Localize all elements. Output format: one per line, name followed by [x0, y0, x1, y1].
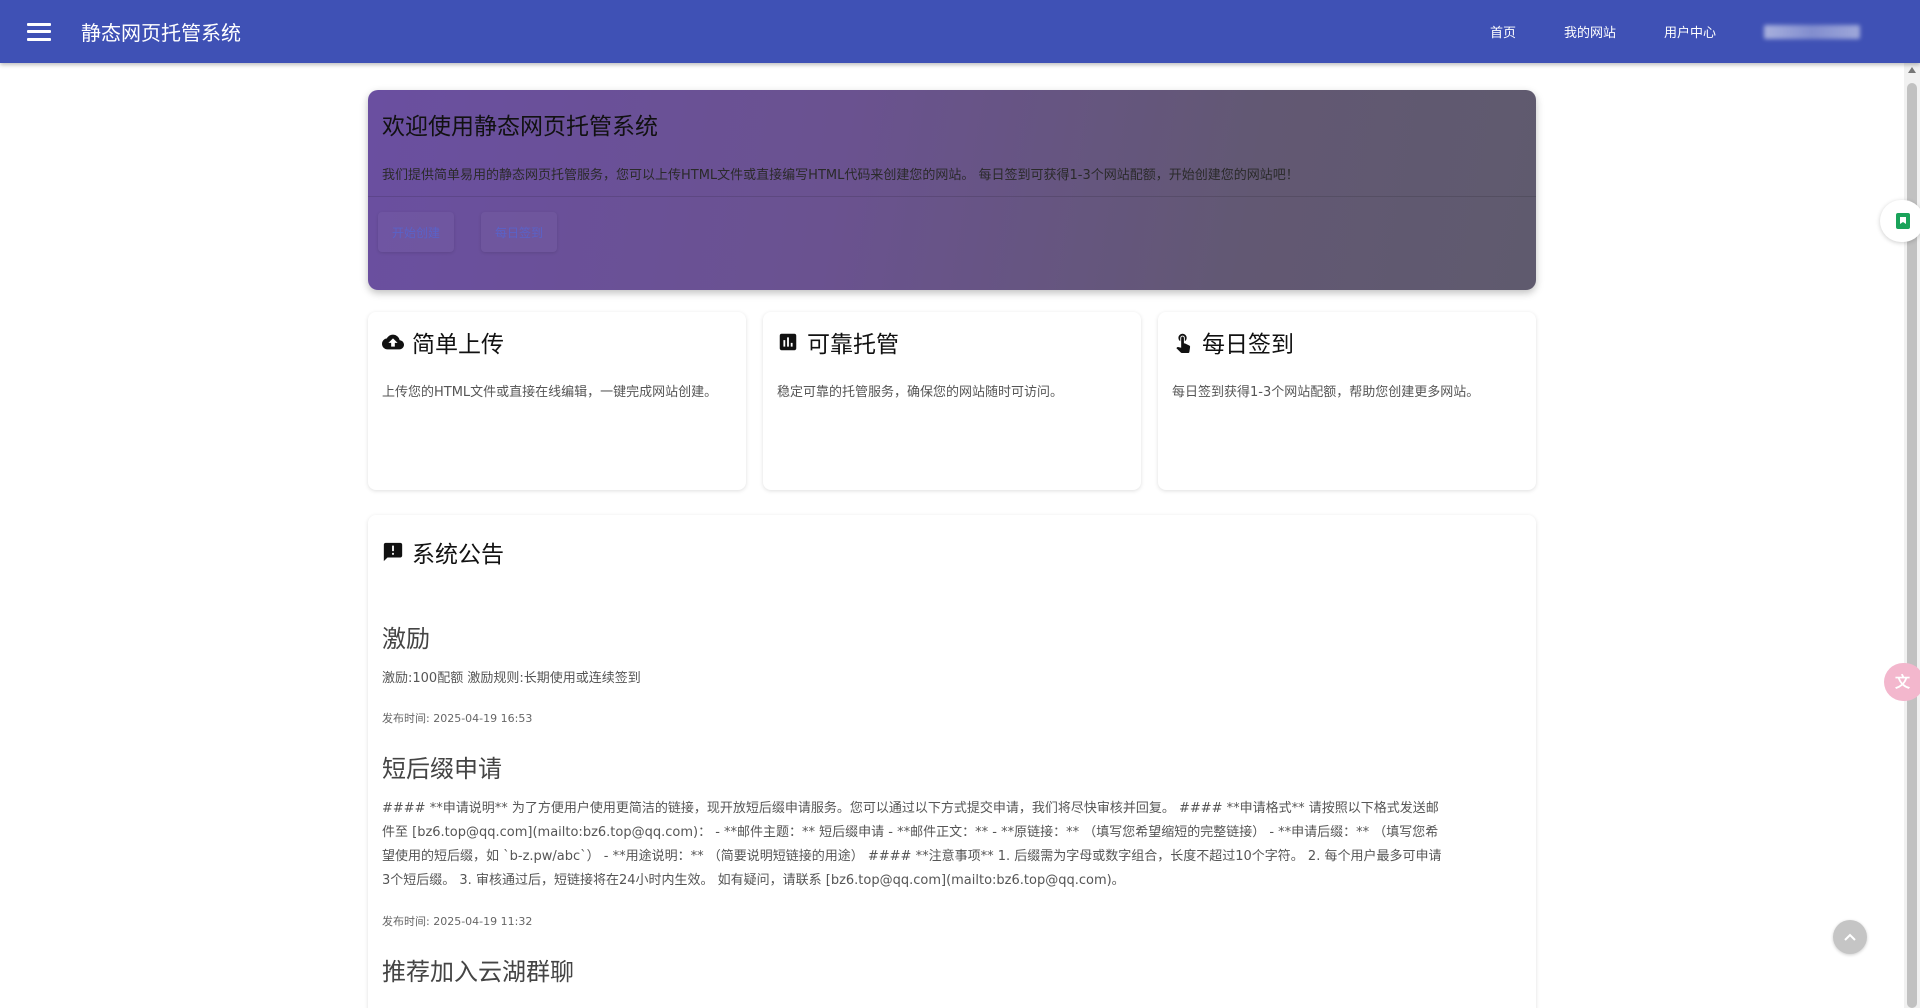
menu-icon[interactable] — [27, 22, 51, 41]
daily-checkin-button[interactable]: 每日签到 — [481, 212, 558, 252]
announcement-icon — [383, 542, 403, 562]
translate-button[interactable]: 文 — [1884, 663, 1920, 701]
feature-title: 每日签到 — [1202, 332, 1294, 358]
scroll-up-arrow-icon[interactable] — [1908, 67, 1916, 73]
back-to-top-button[interactable] — [1833, 920, 1867, 954]
system-notice-panel: 系统公告 激励 激励:100配额 激励规则:长期使用或连续签到 发布时间: 20… — [368, 515, 1536, 1008]
welcome-hero: 欢迎使用静态网页托管系统 我们提供简单易用的静态网页托管服务，您可以上传HTML… — [368, 90, 1536, 290]
post-title: 短后缀申请 — [382, 755, 502, 783]
translate-icon: 文 — [1895, 673, 1911, 691]
feature-desc: 上传您的HTML文件或直接在线编辑，一键完成网站创建。 — [382, 385, 718, 400]
start-create-button[interactable]: 开始创建 — [378, 212, 455, 252]
feature-desc: 每日签到获得1-3个网站配额，帮助您创建更多网站。 — [1172, 385, 1480, 400]
post-time: 发布时间: 2025-04-19 16:53 — [382, 712, 533, 725]
top-nav: 首页 我的网站 用户中心 — [1490, 0, 1920, 63]
post-title: 激励 — [382, 625, 430, 653]
cloud-upload-icon — [382, 334, 404, 350]
side-bookmark-button[interactable] — [1880, 200, 1920, 242]
chart-icon — [779, 333, 797, 351]
notice-title: 系统公告 — [412, 542, 504, 568]
feature-card-hosting: 可靠托管 稳定可靠的托管服务，确保您的网站随时可访问。 — [763, 312, 1141, 490]
post-title: 推荐加入云湖群聊 — [382, 958, 574, 986]
hero-divider — [368, 196, 1536, 197]
nav-my-sites[interactable]: 我的网站 — [1564, 22, 1616, 41]
post-body: #### **申请说明** 为了方便用户使用更简洁的链接，现开放短后缀申请服务。… — [382, 801, 1442, 888]
user-name-blurred[interactable] — [1764, 24, 1860, 39]
nav-home[interactable]: 首页 — [1490, 22, 1516, 41]
hero-description: 我们提供简单易用的静态网页托管服务，您可以上传HTML文件或直接编写HTML代码… — [382, 168, 1299, 183]
touch-icon — [1176, 333, 1191, 353]
feature-card-checkin: 每日签到 每日签到获得1-3个网站配额，帮助您创建更多网站。 — [1158, 312, 1536, 490]
hero-title: 欢迎使用静态网页托管系统 — [382, 114, 658, 140]
chevron-up-icon — [1844, 933, 1856, 941]
feature-title: 可靠托管 — [807, 332, 899, 358]
feature-title: 简单上传 — [412, 332, 504, 358]
post-body: 激励:100配额 激励规则:长期使用或连续签到 — [382, 671, 641, 686]
app-title: 静态网页托管系统 — [81, 21, 241, 45]
post-time: 发布时间: 2025-04-19 11:32 — [382, 915, 533, 928]
nav-user-center[interactable]: 用户中心 — [1664, 22, 1716, 41]
feature-desc: 稳定可靠的托管服务，确保您的网站随时可访问。 — [777, 385, 1064, 400]
top-app-bar: 静态网页托管系统 首页 我的网站 用户中心 — [0, 0, 1920, 63]
feature-card-upload: 简单上传 上传您的HTML文件或直接在线编辑，一键完成网站创建。 — [368, 312, 746, 490]
bookmark-icon — [1896, 213, 1910, 229]
